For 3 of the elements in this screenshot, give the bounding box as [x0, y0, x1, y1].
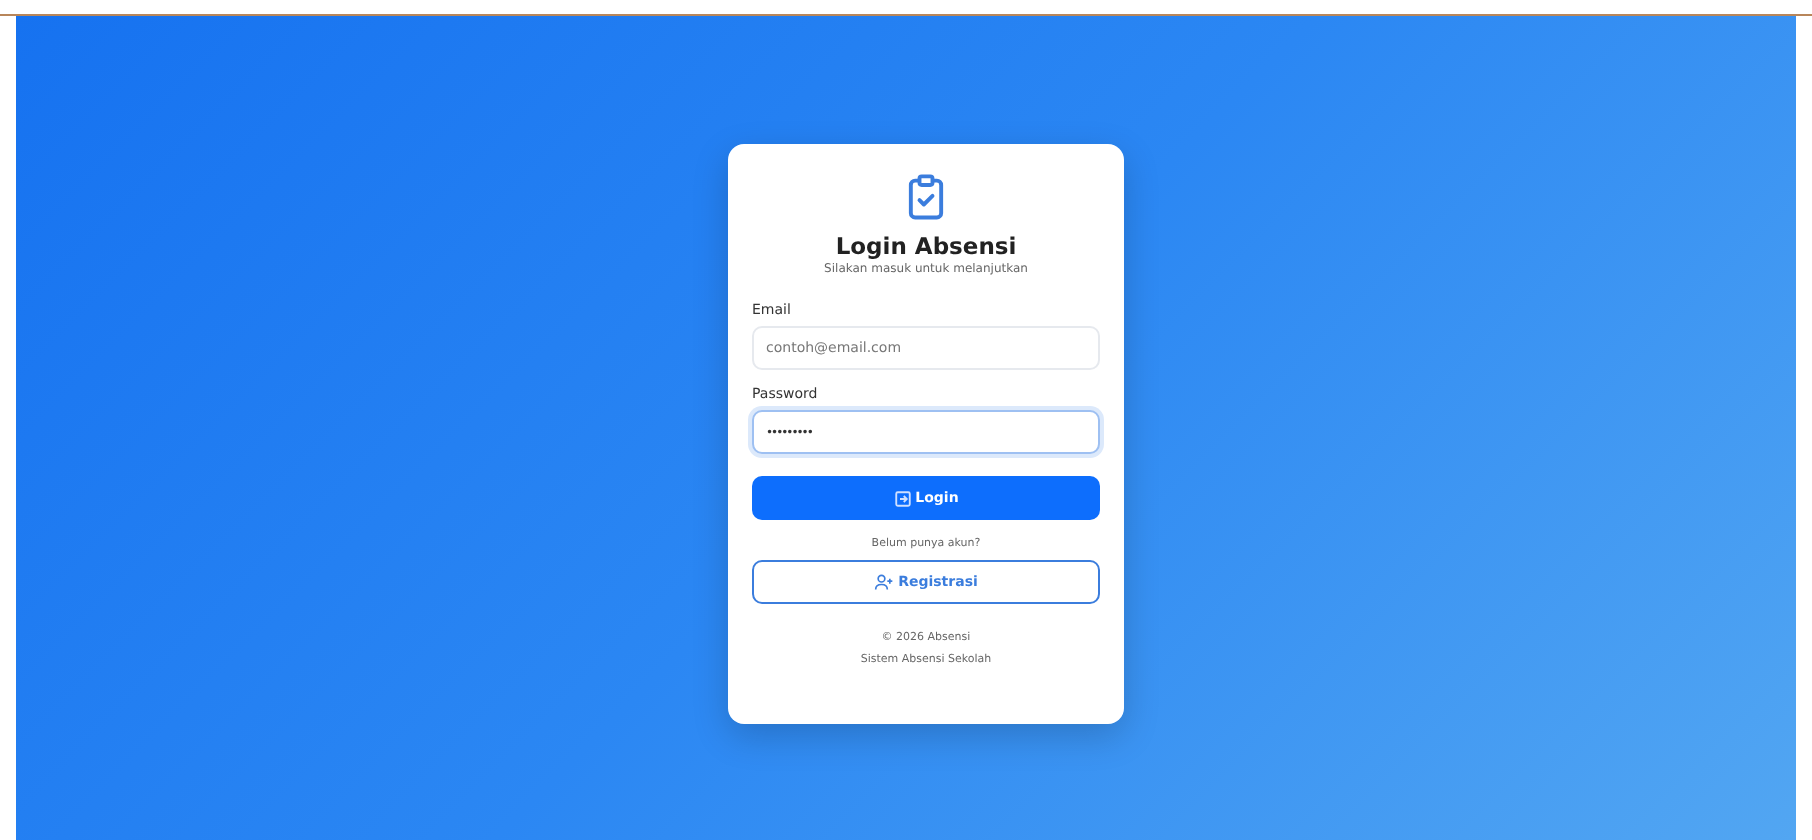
card-title: Login Absensi: [833, 232, 1019, 260]
login-icon: [893, 489, 912, 507]
user-plus-icon: [874, 572, 895, 592]
